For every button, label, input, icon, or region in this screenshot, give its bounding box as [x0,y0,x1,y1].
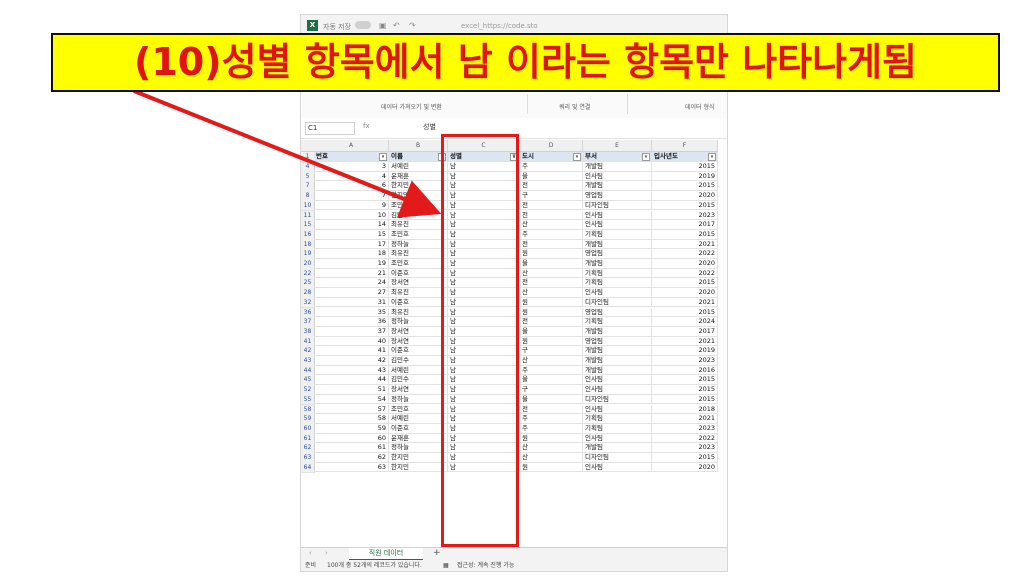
highlight-box-gender-column [441,134,519,547]
annotation-banner: (10)성별 항목에서 남 이라는 항목만 나타나게됨 [51,33,1000,92]
